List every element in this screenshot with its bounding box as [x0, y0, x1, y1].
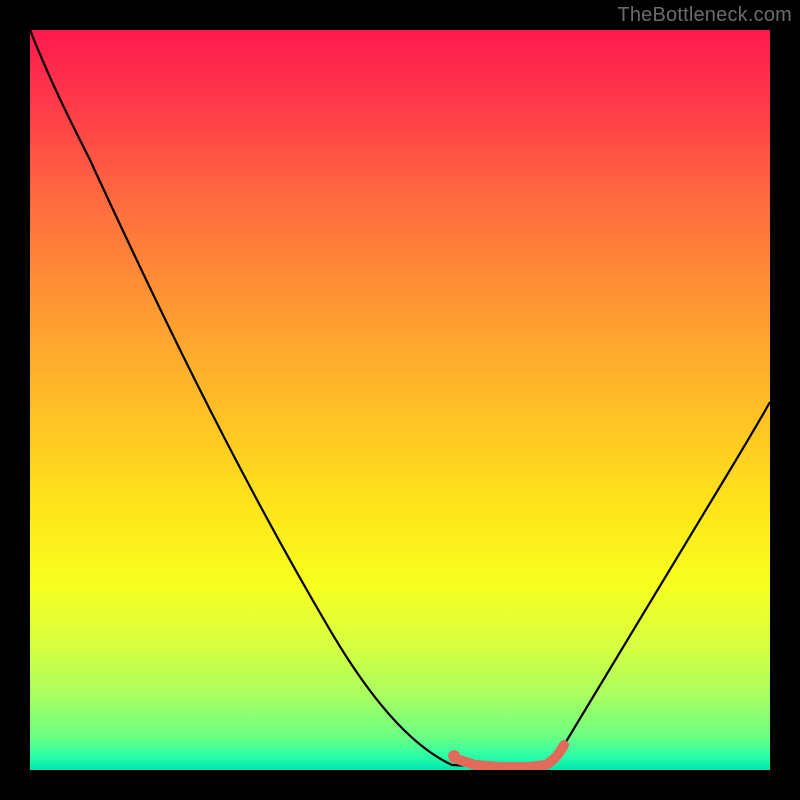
optimal-start-dot [448, 750, 460, 762]
bottleneck-curve [30, 30, 770, 767]
chart-frame: TheBottleneck.com [0, 0, 800, 800]
curve-layer [30, 30, 770, 770]
watermark-text: TheBottleneck.com [617, 4, 792, 27]
optimal-range-marker [454, 745, 564, 767]
plot-area [30, 30, 770, 770]
